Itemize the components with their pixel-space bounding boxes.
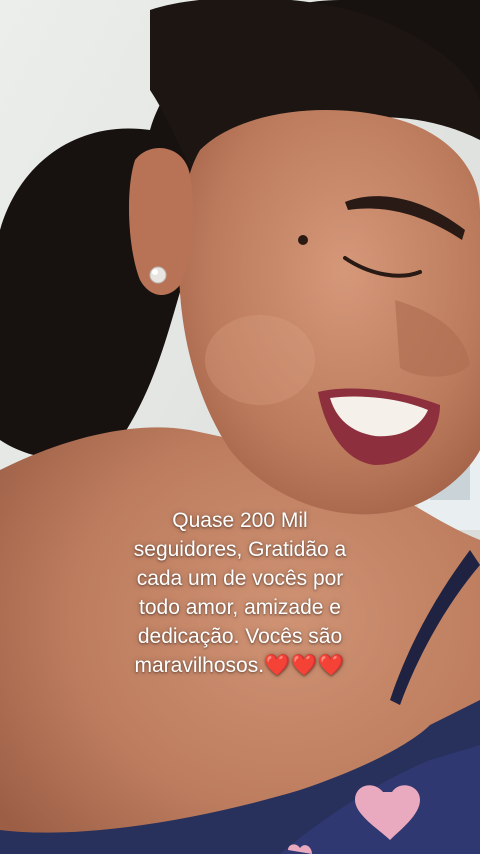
photo-background [0, 0, 480, 854]
heart-emoji-icon: ❤️❤️❤️ [264, 654, 346, 677]
caption-text: Quase 200 Mil seguidores, Gratidão a cad… [133, 509, 347, 677]
story-frame: Quase 200 Mil seguidores, Gratidão a cad… [0, 0, 480, 854]
pearl-earring-icon [149, 266, 167, 284]
story-caption: Quase 200 Mil seguidores, Gratidão a cad… [90, 506, 390, 680]
mole [298, 235, 308, 245]
